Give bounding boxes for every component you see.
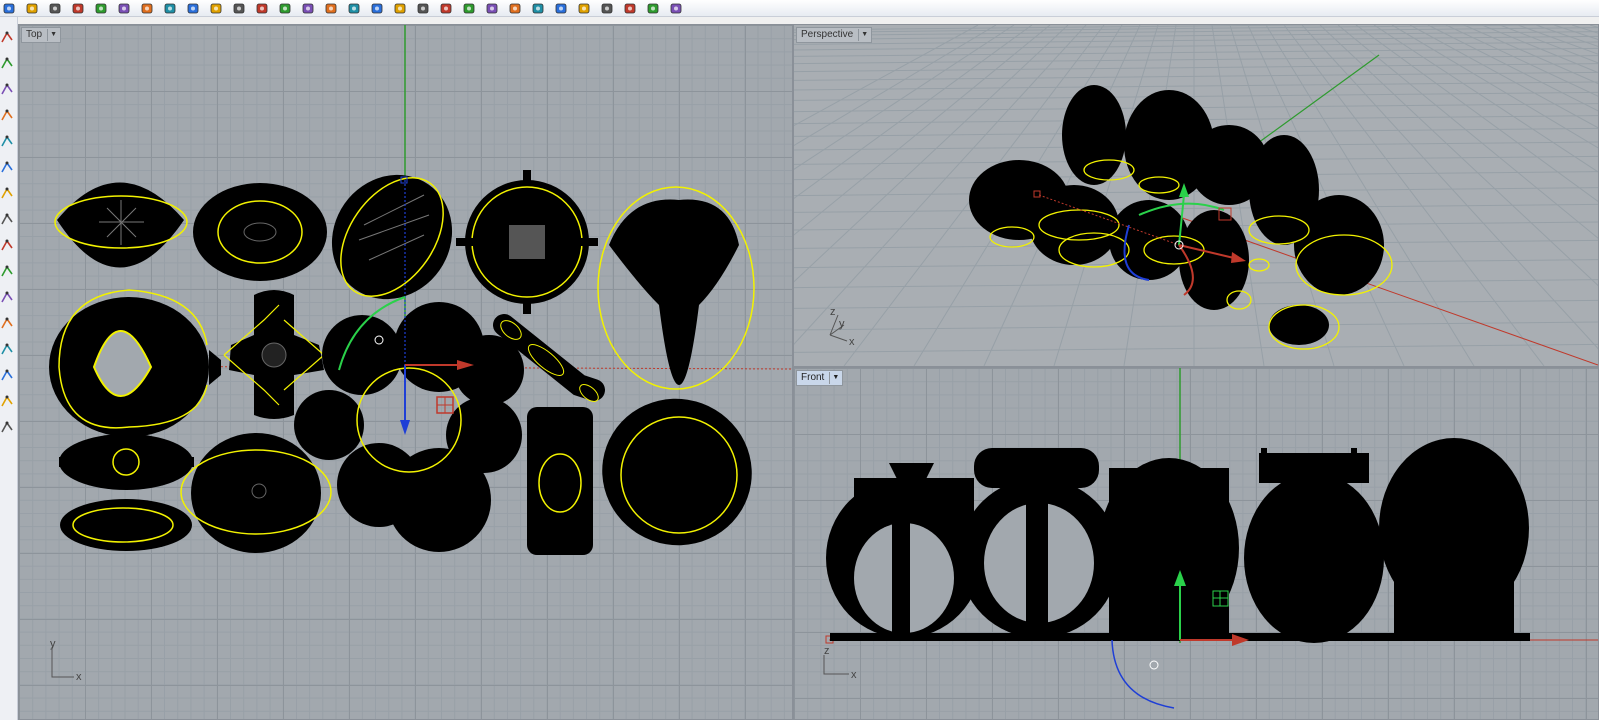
cut-icon[interactable]	[92, 1, 110, 15]
axis-y-label: y	[50, 638, 56, 650]
select-icon[interactable]	[391, 1, 409, 15]
model-object[interactable]	[456, 170, 598, 314]
new-icon[interactable]	[69, 1, 87, 15]
model-object[interactable]	[597, 186, 755, 390]
text-tool[interactable]	[0, 367, 14, 381]
axis-z-label: z	[830, 306, 836, 318]
dimension-tool[interactable]	[0, 341, 14, 355]
copy-icon[interactable]	[115, 1, 133, 15]
help-icon[interactable]	[667, 1, 685, 15]
main-toolbar	[0, 0, 1599, 17]
viewport-menu-icon[interactable]: ▼	[829, 372, 841, 384]
zoom-window-icon[interactable]	[253, 1, 271, 15]
curve-tool[interactable]	[0, 55, 14, 69]
print-icon[interactable]	[46, 1, 64, 15]
undo-icon[interactable]	[161, 1, 179, 15]
layer-icon[interactable]	[483, 1, 501, 15]
model-object[interactable]	[308, 151, 476, 322]
viewport-title: Perspective	[801, 29, 854, 40]
material-icon[interactable]	[529, 1, 547, 15]
model-object[interactable]	[54, 182, 188, 268]
top-viewport-canvas[interactable]: y x	[19, 25, 792, 719]
axis-indicator: z x	[823, 645, 857, 681]
model-object[interactable]	[49, 289, 221, 437]
axis-y-label: y	[839, 318, 845, 330]
model-object[interactable]	[582, 378, 773, 566]
snap-icon[interactable]	[621, 1, 639, 15]
environment-icon[interactable]	[598, 1, 616, 15]
perspective-viewport-canvas[interactable]: z y x	[794, 25, 1598, 366]
viewport-menu-icon[interactable]: ▼	[858, 29, 870, 41]
viewport-menu-icon[interactable]: ▼	[47, 29, 59, 41]
mesh-tool[interactable]	[0, 263, 14, 277]
viewport-title: Front	[801, 372, 825, 383]
viewport-tab-perspective[interactable]: Perspective ▼	[796, 27, 873, 43]
model-object[interactable]	[527, 407, 593, 555]
zoom-target-icon[interactable]	[322, 1, 340, 15]
axis-indicator: y x	[50, 638, 82, 683]
viewport-tab-top[interactable]: Top ▼	[21, 27, 62, 43]
top-viewport[interactable]: y x Top ▼	[18, 24, 793, 720]
open-icon[interactable]	[0, 1, 18, 15]
analysis-tool[interactable]	[0, 419, 14, 433]
axis-x-label: x	[849, 336, 855, 348]
transform-tool[interactable]	[0, 289, 14, 303]
model-object[interactable]	[193, 183, 327, 281]
tool-palette	[0, 17, 18, 720]
surface-tool[interactable]	[0, 211, 14, 225]
rectangle-tool[interactable]	[0, 107, 14, 121]
circle-tool[interactable]	[0, 159, 14, 173]
save-icon[interactable]	[23, 1, 41, 15]
grid-icon[interactable]	[345, 1, 363, 15]
light-icon[interactable]	[437, 1, 455, 15]
rotate-view-icon[interactable]	[207, 1, 225, 15]
axis-x-label: x	[851, 669, 857, 681]
zoom-icon[interactable]	[230, 1, 248, 15]
perspective-grid	[794, 25, 1598, 366]
render-tool[interactable]	[0, 393, 14, 407]
settings-icon[interactable]	[644, 1, 662, 15]
axis-x-label: x	[76, 671, 82, 683]
render-icon[interactable]	[575, 1, 593, 15]
viewport-tab-front[interactable]: Front ▼	[796, 370, 844, 386]
axis-indicator: z y x	[829, 306, 855, 348]
axis-z-label: z	[824, 645, 830, 657]
arc-tool[interactable]	[0, 133, 14, 147]
viewport-title: Top	[26, 29, 43, 40]
render-sphere-icon[interactable]	[552, 1, 570, 15]
cplane-icon[interactable]	[368, 1, 386, 15]
front-viewport[interactable]: z x Front ▼	[793, 367, 1599, 720]
solid-tool[interactable]	[0, 237, 14, 251]
front-viewport-canvas[interactable]: z x	[794, 368, 1598, 719]
history-icon[interactable]	[414, 1, 432, 15]
model-object[interactable]	[59, 434, 194, 551]
lock-icon[interactable]	[460, 1, 478, 15]
polyline-tool[interactable]	[0, 81, 14, 95]
zoom-extents-icon[interactable]	[276, 1, 294, 15]
zoom-selected-icon[interactable]	[299, 1, 317, 15]
edit-tool[interactable]	[0, 315, 14, 329]
perspective-viewport[interactable]: z y x Perspective ▼	[793, 24, 1599, 367]
sphere-tool[interactable]	[0, 185, 14, 199]
color-icon[interactable]	[506, 1, 524, 15]
model-object[interactable]	[294, 302, 524, 552]
pan-icon[interactable]	[184, 1, 202, 15]
paste-icon[interactable]	[138, 1, 156, 15]
point-tool[interactable]	[0, 29, 14, 43]
